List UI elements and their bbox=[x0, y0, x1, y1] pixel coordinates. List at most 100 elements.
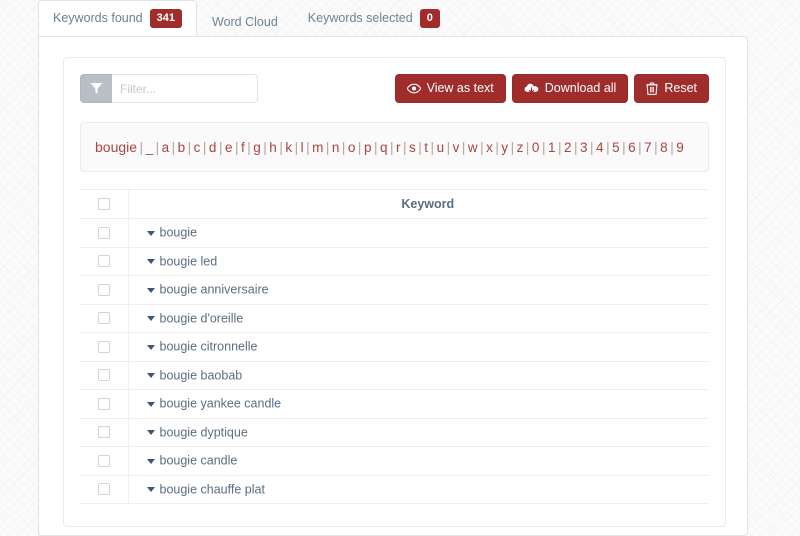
alphabet-link-0[interactable]: 0 bbox=[532, 140, 540, 155]
alphabet-link-e[interactable]: e bbox=[225, 140, 233, 155]
row-checkbox[interactable] bbox=[97, 312, 110, 325]
alphabet-separator: | bbox=[495, 140, 499, 155]
alphabet-link-l[interactable]: l bbox=[301, 140, 304, 155]
row-checkbox[interactable] bbox=[97, 483, 110, 496]
alphabet-link-f[interactable]: f bbox=[241, 140, 245, 155]
alphabet-link-r[interactable]: r bbox=[396, 140, 401, 155]
alphabet-separator: | bbox=[373, 140, 378, 155]
row-checkbox[interactable] bbox=[97, 283, 110, 296]
alphabet-link-8[interactable]: 8 bbox=[660, 140, 668, 155]
alphabet-link-6[interactable]: 6 bbox=[628, 140, 636, 155]
alphabet-link-y[interactable]: y bbox=[501, 140, 508, 155]
row-checkbox[interactable] bbox=[97, 369, 110, 382]
tab-bar: Keywords found 341 Word Cloud Keywords s… bbox=[38, 0, 748, 39]
row-checkbox[interactable] bbox=[97, 454, 110, 467]
alphabet-link-k[interactable]: k bbox=[285, 140, 292, 155]
alphabet-link-t[interactable]: t bbox=[424, 140, 428, 155]
alphabet-link-s[interactable]: s bbox=[409, 140, 416, 155]
alphabet-link-5[interactable]: 5 bbox=[612, 140, 620, 155]
alphabet-link-n[interactable]: n bbox=[332, 140, 340, 155]
alphabet-link-3[interactable]: 3 bbox=[580, 140, 588, 155]
keyword-label: bougie baobab bbox=[159, 368, 243, 383]
row-select-cell bbox=[80, 218, 129, 248]
row-select-cell bbox=[80, 361, 129, 390]
keyword-cell: bougie anniversaire bbox=[128, 275, 709, 305]
alphabet-link-o[interactable]: o bbox=[348, 140, 356, 155]
table-row[interactable]: bougie candle bbox=[80, 446, 709, 476]
alphabet-link-p[interactable]: p bbox=[364, 140, 372, 155]
alphabet-separator: | bbox=[590, 140, 594, 155]
alphabet-link-c[interactable]: c bbox=[194, 140, 201, 155]
alphabet-link-q[interactable]: q bbox=[380, 140, 388, 155]
alphabet-separator: | bbox=[525, 140, 530, 155]
alphabet-link-x[interactable]: x bbox=[486, 140, 493, 155]
alphabet-link-_[interactable]: _ bbox=[146, 140, 154, 155]
alphabet-link-4[interactable]: 4 bbox=[596, 140, 604, 155]
alphabet-link-m[interactable]: m bbox=[312, 140, 323, 155]
reset-button[interactable]: Reset bbox=[634, 74, 709, 103]
row-select-cell bbox=[80, 446, 129, 476]
alphabet-link-b[interactable]: b bbox=[178, 140, 186, 155]
caret-down-icon[interactable] bbox=[146, 287, 155, 293]
alphabet-link-1[interactable]: 1 bbox=[548, 140, 556, 155]
alphabet-link-7[interactable]: 7 bbox=[644, 140, 652, 155]
search-input[interactable] bbox=[112, 74, 258, 103]
table-row[interactable]: bougie citronnelle bbox=[80, 332, 709, 362]
select-all-checkbox[interactable] bbox=[97, 197, 110, 210]
reset-label: Reset bbox=[664, 81, 697, 96]
alphabet-separator: | bbox=[403, 140, 407, 155]
row-checkbox[interactable] bbox=[97, 426, 110, 439]
caret-down-icon[interactable] bbox=[146, 230, 155, 236]
row-select-cell bbox=[80, 275, 129, 305]
caret-down-icon[interactable] bbox=[146, 458, 155, 464]
alphabet-link-z[interactable]: z bbox=[517, 140, 524, 155]
alphabet-separator: | bbox=[446, 140, 451, 155]
alphabet-link-v[interactable]: v bbox=[453, 140, 460, 155]
table-header-row: Keyword bbox=[80, 190, 709, 219]
download-all-button[interactable]: Download all bbox=[511, 74, 629, 103]
alphabet-link-h[interactable]: h bbox=[269, 140, 277, 155]
select-all-cell bbox=[80, 190, 129, 219]
alphabet-separator: | bbox=[247, 140, 251, 155]
table-row[interactable]: bougie bbox=[80, 218, 709, 248]
table-row[interactable]: bougie d'oreille bbox=[80, 304, 709, 333]
caret-down-icon[interactable] bbox=[146, 401, 155, 407]
alphabet-separator: | bbox=[510, 140, 515, 155]
row-checkbox[interactable] bbox=[97, 340, 110, 353]
table-row[interactable]: bougie yankee candle bbox=[80, 389, 709, 419]
alphabet-link-g[interactable]: g bbox=[253, 140, 261, 155]
row-select-cell bbox=[80, 332, 129, 362]
table-row[interactable]: bougie chauffe plat bbox=[80, 475, 709, 504]
row-checkbox[interactable] bbox=[97, 255, 110, 268]
caret-down-icon[interactable] bbox=[146, 430, 155, 436]
keyword-cell: bougie dyptique bbox=[128, 418, 709, 447]
alphabet-link-u[interactable]: u bbox=[437, 140, 445, 155]
caret-down-icon[interactable] bbox=[146, 487, 155, 493]
alphabet-link-d[interactable]: d bbox=[209, 140, 217, 155]
keyword-label: bougie dyptique bbox=[159, 425, 248, 440]
alphabet-separator: | bbox=[430, 140, 435, 155]
table-row[interactable]: bougie dyptique bbox=[80, 418, 709, 447]
caret-down-icon[interactable] bbox=[146, 344, 155, 350]
caret-down-icon[interactable] bbox=[146, 316, 155, 322]
table-row[interactable]: bougie baobab bbox=[80, 361, 709, 390]
caret-down-icon[interactable] bbox=[146, 259, 155, 265]
alphabet-link-2[interactable]: 2 bbox=[564, 140, 572, 155]
view-as-text-button[interactable]: View as text bbox=[394, 74, 506, 103]
caret-down-icon[interactable] bbox=[146, 373, 155, 379]
alphabet-links: bougie | _ | a | b | c | d | e | f | g | h | k | l | m | n | o | p | q | r… bbox=[95, 139, 684, 155]
row-checkbox[interactable] bbox=[97, 226, 110, 239]
table-head: Keyword bbox=[80, 190, 709, 219]
table-row[interactable]: bougie led bbox=[80, 247, 709, 276]
keyword-label: bougie anniversaire bbox=[159, 283, 269, 298]
tab-keywords-selected[interactable]: Keywords selected 0 bbox=[293, 0, 455, 38]
alphabet-link-a[interactable]: a bbox=[162, 140, 170, 155]
table-row[interactable]: bougie anniversaire bbox=[80, 275, 709, 305]
alphabet-link-9[interactable]: 9 bbox=[676, 140, 684, 155]
alphabet-root-link[interactable]: bougie bbox=[95, 139, 137, 155]
alphabet-separator: | bbox=[234, 140, 239, 155]
alphabet-link-w[interactable]: w bbox=[468, 140, 478, 155]
row-checkbox[interactable] bbox=[97, 397, 110, 410]
tab-keywords-found[interactable]: Keywords found 341 bbox=[38, 0, 197, 39]
tab-word-cloud[interactable]: Word Cloud bbox=[197, 7, 293, 39]
